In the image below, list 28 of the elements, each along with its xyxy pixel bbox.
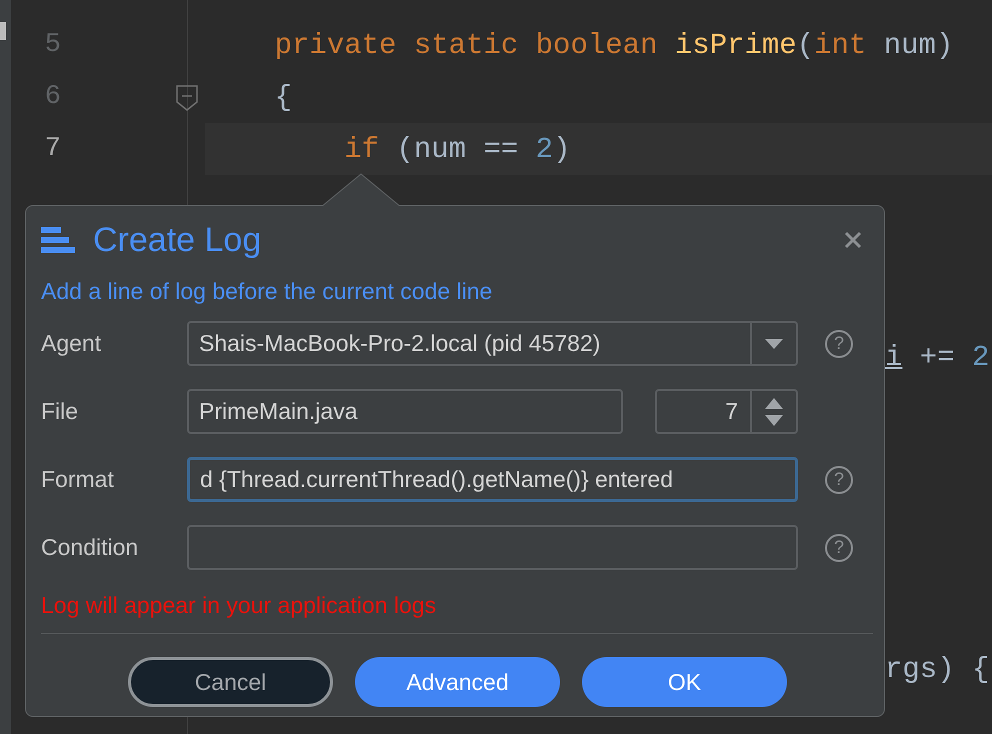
close-icon[interactable] [844,231,862,249]
dialog-button[interactable]: Advanced [355,657,560,707]
code-line: private static boolean isPrime(int num) [274,28,954,62]
code-line: { [274,80,292,114]
dropdown-caret-icon [765,338,783,348]
fold-marker-icon[interactable] [176,85,198,111]
field-label: Agent [41,330,102,357]
text-field[interactable]: d {Thread.currentThread().getName()} entered [187,457,798,502]
file-field[interactable]: PrimeMain.java [187,389,623,434]
line-number: 7 [44,134,61,164]
text-field[interactable] [187,525,798,570]
code-line: if (num == 2) [343,132,570,166]
field-label: Condition [41,534,140,561]
line-number: 5 [44,30,61,60]
spinner-arrows-icon[interactable] [765,398,783,426]
code-fragment: rgs) { [885,652,990,686]
log-lines-icon [41,227,75,253]
agent-dropdown[interactable]: Shais-MacBook-Pro-2.local (pid 45782) [187,321,798,366]
warning-message: Log will appear in your application logs [41,592,438,619]
dialog-button[interactable]: OK [582,657,787,707]
dialog-subtitle: Add a line of log before the current code line [41,278,494,305]
dialog-button[interactable]: Cancel [128,657,333,707]
field-label: Format [41,466,115,493]
line-number-spinner[interactable]: 7 [655,389,798,434]
line-number: 6 [44,82,61,112]
code-fragment: i += 2 [885,340,990,374]
field-label: File [41,398,80,425]
dialog-title: Create Log [93,220,262,260]
